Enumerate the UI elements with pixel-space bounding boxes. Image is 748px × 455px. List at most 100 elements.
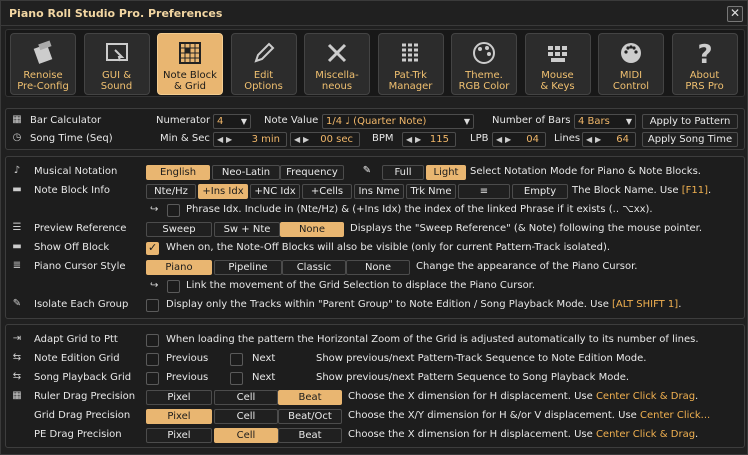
note-value-select[interactable]: 1/4 ♩ (Quarter Note) ▼ (322, 114, 474, 129)
arrow-left-icon[interactable]: ◀ (217, 133, 223, 146)
toolbar-label: Pre-Config (17, 81, 69, 92)
svg-text:?: ? (697, 40, 712, 68)
phrase-idx-checkbox[interactable] (167, 204, 180, 217)
toolbar-label: Edit (253, 70, 274, 81)
grid-icon (158, 38, 222, 70)
toolbar-button-gui-sound[interactable]: GUI & Sound (83, 33, 150, 95)
pipeline-button[interactable]: Pipeline (214, 260, 282, 275)
minutes-spinner[interactable]: ◀ ▶ 3 min (213, 132, 287, 147)
toolbar-button-theme-rgb-color[interactable]: Theme. RGB Color (451, 33, 517, 95)
notation-icon: ♪ (13, 165, 21, 176)
note-edition-next-checkbox[interactable] (230, 353, 243, 366)
arrow-left-icon[interactable]: ◀ (406, 133, 412, 146)
pencil-icon: ✎ (362, 165, 372, 176)
piano-button[interactable]: Piano (146, 260, 212, 275)
note-block-desc-end: . (708, 185, 712, 196)
pe-beat-button[interactable]: Beat (278, 428, 342, 443)
ruler-beat-button[interactable]: Beat (278, 390, 342, 405)
arrow-right-icon[interactable]: ▶ (595, 133, 601, 146)
apply-song-time-button[interactable]: Apply Song Time (642, 132, 738, 147)
song-playback-next-label: Next (252, 372, 276, 383)
numerator-select[interactable]: 4 ▼ (213, 114, 251, 129)
grid-pixel-button[interactable]: Pixel (146, 409, 212, 424)
apply-to-pattern-button[interactable]: Apply to Pattern (642, 114, 738, 129)
arrow-right-icon[interactable]: ▶ (303, 133, 309, 146)
number-of-bars-select[interactable]: 4 Bars ▼ (574, 114, 636, 129)
grid-beat-oct-button[interactable]: Beat/Oct (278, 409, 342, 424)
nc-idx-button[interactable]: +NC Idx (250, 184, 300, 199)
clock-icon: ◷ (12, 132, 22, 143)
song-playback-next-checkbox[interactable] (230, 372, 243, 385)
preview-none-button[interactable]: None (280, 222, 344, 237)
toolbar-label: Pat-Trk (394, 70, 427, 81)
toolbar-button-miscellaneous[interactable]: Miscella-neous (304, 33, 370, 95)
arrow-right-icon[interactable]: ▶ (505, 133, 511, 146)
arrow-right-icon[interactable]: ▶ (226, 133, 232, 146)
arrow-right-icon[interactable]: ▶ (415, 133, 421, 146)
light-button[interactable]: Light (426, 165, 466, 180)
show-off-block-checkbox[interactable] (146, 241, 159, 255)
toolbar-button-edit-options[interactable]: Edit Options (230, 33, 297, 95)
classic-button[interactable]: Classic (282, 260, 346, 275)
toolbar-button-mouse-keys[interactable]: Mouse & Keys (524, 33, 591, 95)
adapt-grid-label: Adapt Grid to Ptt (34, 334, 118, 345)
arrow-left-icon[interactable]: ◀ (586, 133, 592, 146)
pe-pixel-button[interactable]: Pixel (146, 428, 212, 443)
separator-button[interactable]: ≡ (458, 184, 510, 199)
note-value-label: Note Value (264, 115, 319, 126)
toolbar-label: Renoise (23, 70, 63, 81)
frequency-button[interactable]: Frequency (280, 165, 344, 180)
link-cursor-checkbox[interactable] (167, 280, 180, 293)
chevron-down-icon: ▼ (463, 117, 470, 126)
calculator-icon: ▦ (12, 114, 22, 125)
ruler-cell-button[interactable]: Cell (214, 390, 278, 405)
cursor-none-button[interactable]: None (346, 260, 410, 275)
ruler-pixel-button[interactable]: Pixel (146, 390, 212, 405)
piano-cursor-style-label: Piano Cursor Style (34, 261, 126, 272)
renoise-icon (11, 38, 75, 70)
toolbar-button-renoise-pre-config[interactable]: Renoise Pre-Config (10, 33, 76, 95)
numerator-label: Numerator (156, 115, 211, 126)
trk-nme-button[interactable]: Trk Nme (406, 184, 456, 199)
ins-idx-button[interactable]: +Ins Idx (198, 184, 248, 199)
full-button[interactable]: Full (382, 165, 424, 180)
lines-spinner[interactable]: ◀ ▶ 64 (582, 132, 636, 147)
phrase-idx-label: Phrase Idx. Include in (Nte/Hz) & (+Ins … (186, 204, 653, 215)
lpb-value: 04 (526, 134, 539, 145)
ins-nme-button[interactable]: Ins Nme (354, 184, 404, 199)
toolbar-button-midi-control[interactable]: MIDI Control (598, 33, 664, 95)
cells-button[interactable]: +Cells (302, 184, 352, 199)
note-edition-previous-label: Previous (166, 353, 209, 364)
nte-hz-button[interactable]: Nte/Hz (146, 184, 196, 199)
toolbar-button-note-block-grid[interactable]: Note Block & Grid (157, 33, 223, 95)
minutes-value: 3 min (251, 134, 280, 145)
cursor-description: Change the appearance of the Piano Curso… (416, 261, 638, 272)
toolbar-button-about-prs-pro[interactable]: ? About PRS Pro (671, 33, 738, 95)
neo-latin-button[interactable]: Neo-Latin (212, 165, 280, 180)
english-button[interactable]: English (146, 165, 210, 180)
arrow-left-icon[interactable]: ◀ (496, 133, 502, 146)
isolate-each-group-label: Isolate Each Group (34, 299, 129, 310)
bpm-spinner[interactable]: ◀ ▶ 115 (402, 132, 456, 147)
arrow-left-icon[interactable]: ◀ (294, 133, 300, 146)
show-off-block-description: When on, the Note-Off Blocks will also b… (166, 242, 611, 253)
adapt-grid-icon: ⇥ (12, 333, 22, 344)
note-edition-previous-checkbox[interactable] (146, 353, 159, 366)
empty-button[interactable]: Empty (512, 184, 568, 199)
adapt-grid-checkbox[interactable] (146, 334, 159, 347)
song-playback-previous-checkbox[interactable] (146, 372, 159, 385)
sweep-button[interactable]: Sweep (146, 222, 212, 237)
close-button[interactable]: ✕ (727, 6, 743, 22)
grid-cell-button[interactable]: Cell (214, 409, 278, 424)
toolbar-button-pat-trk-manager[interactable]: Pat-Trk Manager (377, 33, 444, 95)
isolate-group-checkbox[interactable] (146, 299, 159, 312)
link-cursor-label: Link the movement of the Grid Selection … (186, 280, 536, 291)
bpm-value: 115 (429, 134, 449, 145)
lpb-spinner[interactable]: ◀ ▶ 04 (492, 132, 546, 147)
min-sec-label: Min & Sec (160, 133, 210, 144)
pe-cell-button[interactable]: Cell (214, 428, 278, 443)
sweep-note-button[interactable]: Sw + Nte (214, 222, 280, 237)
seconds-spinner[interactable]: ◀ ▶ 00 sec (290, 132, 360, 147)
ruler-drag-precision-label: Ruler Drag Precision (34, 391, 136, 402)
pe-drag-desc-text: Choose the X dimension for H displacemen… (348, 429, 596, 440)
